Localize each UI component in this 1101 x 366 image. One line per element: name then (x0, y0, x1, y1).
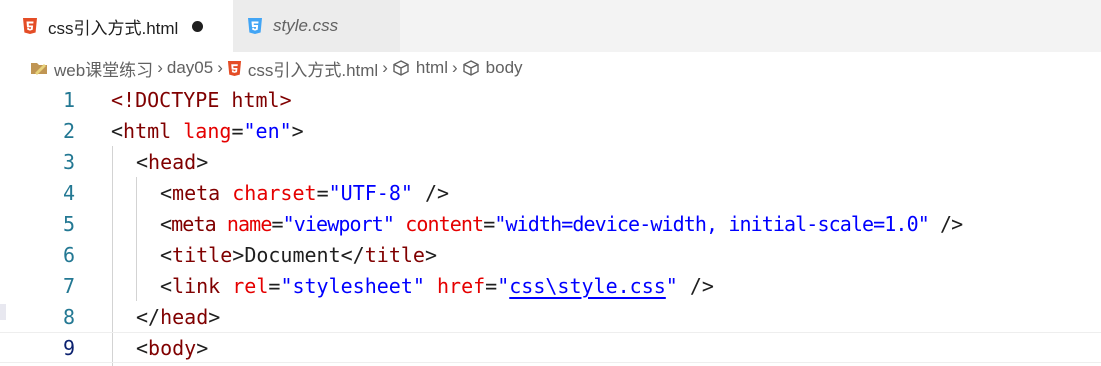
chevron-right-icon: › (157, 58, 163, 77)
breadcrumb-item-file[interactable]: css引入方式.html (227, 56, 378, 81)
unsaved-dot-icon[interactable] (192, 20, 204, 32)
breadcrumb-item-folder[interactable]: web课堂练习 (30, 56, 153, 81)
line-number: 6 (62, 242, 75, 267)
breadcrumb-label: web课堂练习 (54, 60, 154, 80)
line-number: 5 (62, 211, 75, 236)
code-text: </head> (136, 304, 221, 329)
line-number: 8 (62, 304, 75, 329)
breadcrumb-item-day05[interactable]: day05 (167, 58, 213, 78)
code-text: <html lang="en"> (111, 118, 304, 143)
css3-file-icon (247, 17, 263, 35)
line-number: 2 (62, 118, 75, 143)
editor-tab-bar: css引入方式.html style.css (0, 0, 1101, 52)
tab-css-html[interactable]: css引入方式.html (0, 0, 233, 52)
breadcrumb: web课堂练习 › day05 › css引入方式.html › html › … (0, 52, 1101, 84)
code-line[interactable]: 7 <link rel="stylesheet" href="css\style… (0, 270, 1101, 301)
line-number: 1 (62, 87, 75, 112)
code-line[interactable]: 4 <meta charset="UTF-8" /> (0, 177, 1101, 208)
stylesheet-link[interactable]: css\style.css (509, 274, 666, 298)
folder-icon (30, 60, 48, 76)
chevron-right-icon: › (452, 58, 458, 77)
tab-label: css引入方式.html (48, 18, 179, 38)
code-line[interactable]: 8 </head> (0, 301, 1101, 332)
breadcrumb-label: body (485, 58, 523, 77)
chevron-right-icon: › (217, 58, 223, 77)
breadcrumb-label: css引入方式.html (247, 60, 379, 80)
code-editor[interactable]: 1 <!DOCTYPE html> 2 <html lang="en"> 3 <… (0, 84, 1101, 366)
html5-file-icon (22, 17, 38, 35)
code-text: <!DOCTYPE html> (111, 87, 292, 112)
line-number: 3 (62, 149, 75, 174)
breadcrumb-label: day05 (166, 58, 214, 77)
code-text: <link rel="stylesheet" href="css\style.c… (160, 273, 714, 298)
code-text: <title>Document</title> (160, 242, 437, 267)
breadcrumb-item-body[interactable]: body (462, 58, 523, 78)
breadcrumb-label: html (415, 58, 448, 77)
code-line[interactable]: 1 <!DOCTYPE html> (0, 84, 1101, 115)
line-number: 9 (62, 335, 75, 360)
tab-label: style.css (273, 16, 339, 35)
code-line-current[interactable]: 9 <body> (0, 332, 1101, 363)
code-text: <head> (136, 149, 209, 174)
chevron-right-icon: › (382, 58, 388, 77)
line-number: 4 (62, 180, 75, 205)
cube-symbol-icon (462, 59, 480, 77)
code-line[interactable]: 3 <head> (0, 146, 1101, 177)
code-text: <meta charset="UTF-8" /> (160, 180, 450, 205)
tab-style-css[interactable]: style.css (233, 0, 400, 52)
code-line[interactable]: 5 <meta name="viewport" content="width=d… (0, 208, 1101, 239)
code-text: <body> (136, 335, 209, 360)
cube-symbol-icon (392, 59, 410, 77)
code-line[interactable]: 6 <title>Document</title> (0, 239, 1101, 270)
code-text: <meta name="viewport" content="width=dev… (160, 211, 963, 236)
code-line[interactable]: 2 <html lang="en"> (0, 115, 1101, 146)
line-number: 7 (62, 273, 75, 298)
breadcrumb-item-html[interactable]: html (392, 58, 448, 78)
html5-file-icon (227, 60, 242, 77)
